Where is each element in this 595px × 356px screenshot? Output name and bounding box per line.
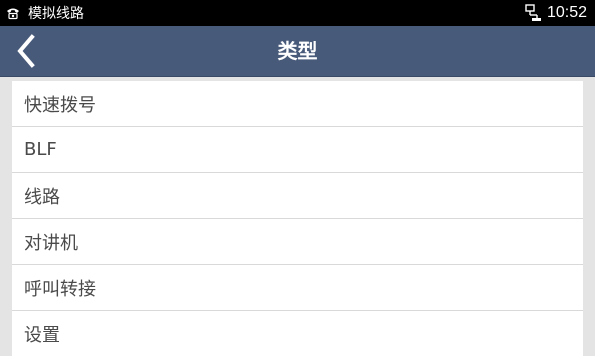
status-left: 模拟线路 xyxy=(6,2,84,24)
page-title: 类型 xyxy=(277,39,318,63)
list-item-label: 设置 xyxy=(24,324,60,346)
status-bar: 模拟线路 10:52 xyxy=(0,0,595,26)
list-item-intercom[interactable]: 对讲机 xyxy=(12,219,583,265)
type-list: 快速拨号 BLF 线路 对讲机 呼叫转接 设置 xyxy=(12,81,583,356)
list-item-call-forward[interactable]: 呼叫转接 xyxy=(12,265,583,311)
status-right: 10:52 xyxy=(525,2,587,24)
list-item-settings[interactable]: 设置 xyxy=(12,311,583,356)
status-time: 10:52 xyxy=(546,4,587,21)
list-item-label: BLF xyxy=(24,139,57,160)
list-item-label: 线路 xyxy=(24,186,60,208)
back-button[interactable] xyxy=(6,29,46,73)
list-item-label: 对讲机 xyxy=(24,232,78,254)
status-app-name: 模拟线路 xyxy=(28,6,84,22)
chevron-left-icon xyxy=(17,34,35,68)
list-item-label: 快速拨号 xyxy=(24,94,96,116)
phone-icon xyxy=(6,6,20,20)
list-item-speed-dial[interactable]: 快速拨号 xyxy=(12,81,583,127)
network-icon xyxy=(525,4,541,22)
title-bar: 类型 xyxy=(0,26,595,77)
list-item-line[interactable]: 线路 xyxy=(12,173,583,219)
list-item-blf[interactable]: BLF xyxy=(12,127,583,173)
list-item-label: 呼叫转接 xyxy=(24,278,96,300)
